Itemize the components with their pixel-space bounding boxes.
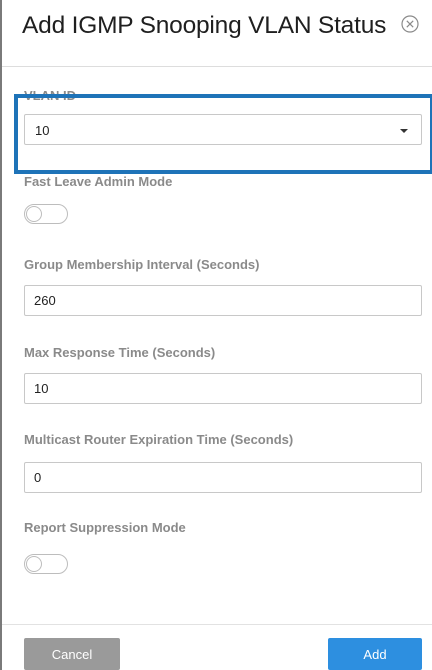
title-divider xyxy=(2,66,432,67)
vlan-id-label: VLAN ID xyxy=(24,88,76,103)
report-suppression-toggle[interactable] xyxy=(24,554,68,574)
toggle-knob xyxy=(26,206,42,222)
close-icon[interactable] xyxy=(400,14,420,34)
add-igmp-vlan-dialog: Add IGMP Snooping VLAN Status VLAN ID 10… xyxy=(0,0,432,670)
vlan-id-selected-value: 10 xyxy=(35,123,50,138)
cancel-button[interactable]: Cancel xyxy=(24,638,120,670)
mcast-router-expiration-label: Multicast Router Expiration Time (Second… xyxy=(24,432,294,447)
footer-divider xyxy=(2,624,432,625)
max-response-time-label: Max Response Time (Seconds) xyxy=(24,345,216,360)
toggle-knob xyxy=(26,556,42,572)
max-response-time-input[interactable] xyxy=(24,373,422,404)
group-membership-interval-input[interactable] xyxy=(24,285,422,316)
report-suppression-label: Report Suppression Mode xyxy=(24,520,186,535)
dialog-title: Add IGMP Snooping VLAN Status xyxy=(22,12,387,39)
vlan-id-select[interactable]: 10 xyxy=(24,114,422,145)
add-button[interactable]: Add xyxy=(328,638,422,670)
chevron-down-icon xyxy=(400,129,408,133)
mcast-router-expiration-input[interactable] xyxy=(24,462,422,493)
fast-leave-toggle[interactable] xyxy=(24,204,68,224)
fast-leave-label: Fast Leave Admin Mode xyxy=(24,174,173,189)
group-membership-interval-label: Group Membership Interval (Seconds) xyxy=(24,257,260,272)
